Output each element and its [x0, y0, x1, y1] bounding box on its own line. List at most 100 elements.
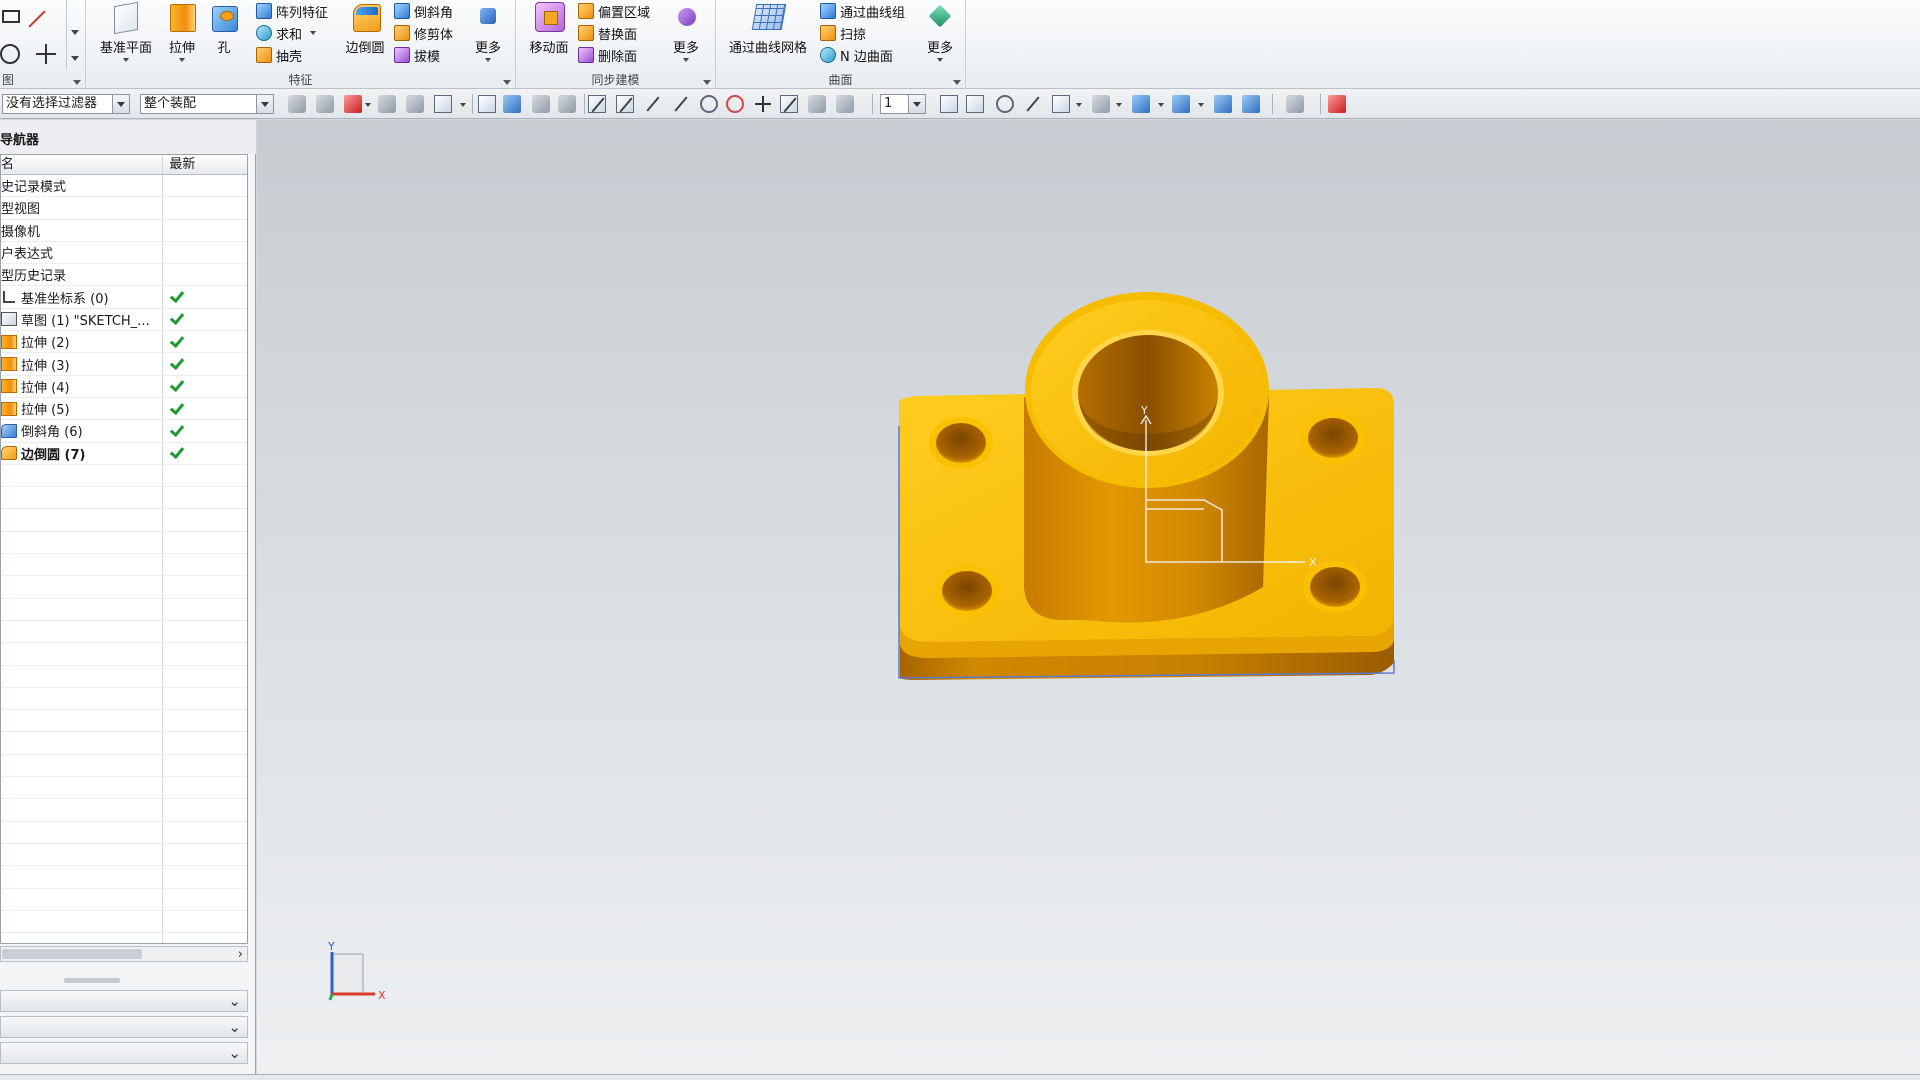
feature-name-cell[interactable]: 拉伸 (5): [1, 397, 164, 420]
pattern-feature-button[interactable]: 阵列特征: [256, 0, 328, 22]
assembly-scope-dropdown[interactable]: 整个装配: [140, 94, 274, 114]
table-row[interactable]: 摄像机: [1, 219, 247, 242]
feature-more-button[interactable]: 更多: [468, 0, 508, 68]
move-face-button[interactable]: 移动面: [526, 0, 572, 68]
intersection-icon[interactable]: [672, 95, 690, 113]
feature-name-cell[interactable]: 倒斜角 (6): [1, 420, 164, 442]
table-row[interactable]: 史记录模式: [1, 175, 247, 198]
show-hidden-icon[interactable]: [478, 95, 496, 113]
chevron-down-icon[interactable]: [112, 95, 129, 113]
feature-name-cell[interactable]: 边倒圆 (7): [1, 442, 164, 464]
chevron-down-icon[interactable]: [365, 103, 371, 107]
curve-rule-icon[interactable]: [344, 95, 362, 113]
edge-display-icon[interactable]: [1132, 95, 1150, 113]
panel-splitter[interactable]: [64, 978, 120, 983]
arc-center-icon[interactable]: [700, 95, 718, 113]
rectangle-icon[interactable]: [2, 10, 20, 23]
mounting-hole-top-right[interactable]: [1301, 412, 1365, 464]
orient-view-icon[interactable]: [1052, 95, 1070, 113]
table-row[interactable]: 拉伸 (3): [1, 353, 247, 376]
through-curve-mesh-button[interactable]: 通过曲线网格: [726, 0, 810, 68]
unite-button[interactable]: 求和: [256, 22, 317, 44]
end-point-icon[interactable]: [588, 95, 606, 113]
point-on-face-icon[interactable]: [808, 95, 826, 113]
control-point-icon[interactable]: [644, 95, 662, 113]
table-row[interactable]: 型历史记录: [1, 264, 247, 287]
view-triad[interactable]: Y X: [327, 940, 386, 1002]
select-region-icon[interactable]: [434, 95, 452, 113]
chevron-down-icon[interactable]: [908, 95, 925, 113]
point-icon[interactable]: [36, 44, 56, 64]
chevron-down-icon[interactable]: ⌄: [228, 1017, 241, 1037]
column-name-header[interactable]: 名: [1, 155, 164, 174]
layer-dropdown[interactable]: 1: [880, 94, 926, 114]
dependencies-panel[interactable]: ⌄: [0, 990, 248, 1012]
feature-name-cell[interactable]: 型历史记录: [1, 264, 164, 286]
table-row[interactable]: 拉伸 (5): [1, 397, 247, 421]
feature-select-icon[interactable]: [316, 95, 334, 113]
table-row[interactable]: 户表达式: [1, 241, 247, 265]
table-row[interactable]: 草图 (1) "SKETCH_...: [1, 308, 247, 332]
section-view-icon[interactable]: [1172, 95, 1190, 113]
trim-body-button[interactable]: 修剪体: [394, 22, 453, 44]
chevron-down-icon[interactable]: [460, 103, 466, 107]
select-edge-icon[interactable]: [406, 95, 424, 113]
table-row[interactable]: 倒斜角 (6): [1, 420, 247, 443]
n-sided-surface-button[interactable]: N 边曲面: [820, 44, 893, 66]
table-row[interactable]: 边倒圆 (7): [1, 442, 247, 465]
chevron-down-icon[interactable]: [1198, 103, 1204, 107]
circle-icon[interactable]: [0, 44, 20, 64]
navigator-horizontal-scrollbar[interactable]: ›: [0, 946, 248, 962]
stop-icon[interactable]: [1328, 95, 1346, 113]
selection-filter-dropdown[interactable]: 没有选择过滤器: [2, 94, 130, 114]
snap-settings-icon[interactable]: [558, 95, 576, 113]
line-icon[interactable]: [28, 10, 46, 28]
replace-face-button[interactable]: 替换面: [578, 22, 637, 44]
sync-more-button[interactable]: 更多: [666, 0, 706, 68]
edit-section-icon[interactable]: [1242, 95, 1260, 113]
select-face-icon[interactable]: [378, 95, 396, 113]
chevron-right-icon[interactable]: ›: [238, 947, 243, 962]
gallery-scroll[interactable]: [66, 0, 82, 70]
preview-panel[interactable]: ⌄: [0, 1042, 248, 1064]
hole-button[interactable]: 孔: [206, 0, 242, 68]
render-style-icon[interactable]: [1092, 95, 1110, 113]
bounded-grid-icon[interactable]: [836, 95, 854, 113]
rotate-icon[interactable]: [996, 95, 1014, 113]
edge-blend-button[interactable]: 边倒圆: [340, 0, 390, 68]
model-view[interactable]: Y X Y X: [257, 120, 1920, 1074]
table-row[interactable]: 基准坐标系 (0): [1, 286, 247, 309]
draft-button[interactable]: 拔模: [394, 44, 440, 66]
offset-region-button[interactable]: 偏置区域: [578, 0, 650, 22]
table-row[interactable]: 拉伸 (4): [1, 375, 247, 398]
feature-name-cell[interactable]: 基准坐标系 (0): [1, 286, 164, 308]
scroll-thumb[interactable]: [2, 949, 142, 959]
extrude-button[interactable]: 拉伸: [164, 0, 200, 68]
table-row[interactable]: 拉伸 (2): [1, 331, 247, 354]
through-curves-button[interactable]: 通过曲线组: [820, 0, 905, 22]
feature-name-cell[interactable]: 摄像机: [1, 219, 164, 241]
group-menu-icon[interactable]: [503, 80, 511, 85]
shell-button[interactable]: 抽壳: [256, 44, 302, 66]
graphics-window[interactable]: Y X Y X: [257, 120, 1920, 1074]
group-menu-icon[interactable]: [703, 80, 711, 85]
chevron-down-icon[interactable]: [1116, 103, 1122, 107]
mounting-hole-bottom-left[interactable]: [935, 565, 999, 617]
group-menu-icon[interactable]: [953, 80, 961, 85]
chevron-down-icon[interactable]: [1076, 103, 1082, 107]
chevron-down-icon[interactable]: [1158, 103, 1164, 107]
fit-view-icon[interactable]: [940, 95, 958, 113]
feature-name-cell[interactable]: 草图 (1) "SKETCH_...: [1, 308, 164, 331]
background-icon[interactable]: [1214, 95, 1232, 113]
chevron-down-icon[interactable]: [256, 95, 273, 113]
point-on-curve-icon[interactable]: [780, 95, 798, 113]
feature-name-cell[interactable]: 户表达式: [1, 241, 164, 264]
feature-name-cell[interactable]: 型视图: [1, 197, 164, 219]
zoom-icon[interactable]: [966, 95, 984, 113]
pan-icon[interactable]: [1024, 95, 1042, 113]
feature-name-cell[interactable]: 史记录模式: [1, 175, 164, 197]
column-latest-header[interactable]: 最新: [163, 155, 247, 174]
snap-point-icon[interactable]: [532, 95, 550, 113]
chevron-down-icon[interactable]: ⌄: [228, 991, 241, 1011]
table-row[interactable]: 型视图: [1, 197, 247, 220]
